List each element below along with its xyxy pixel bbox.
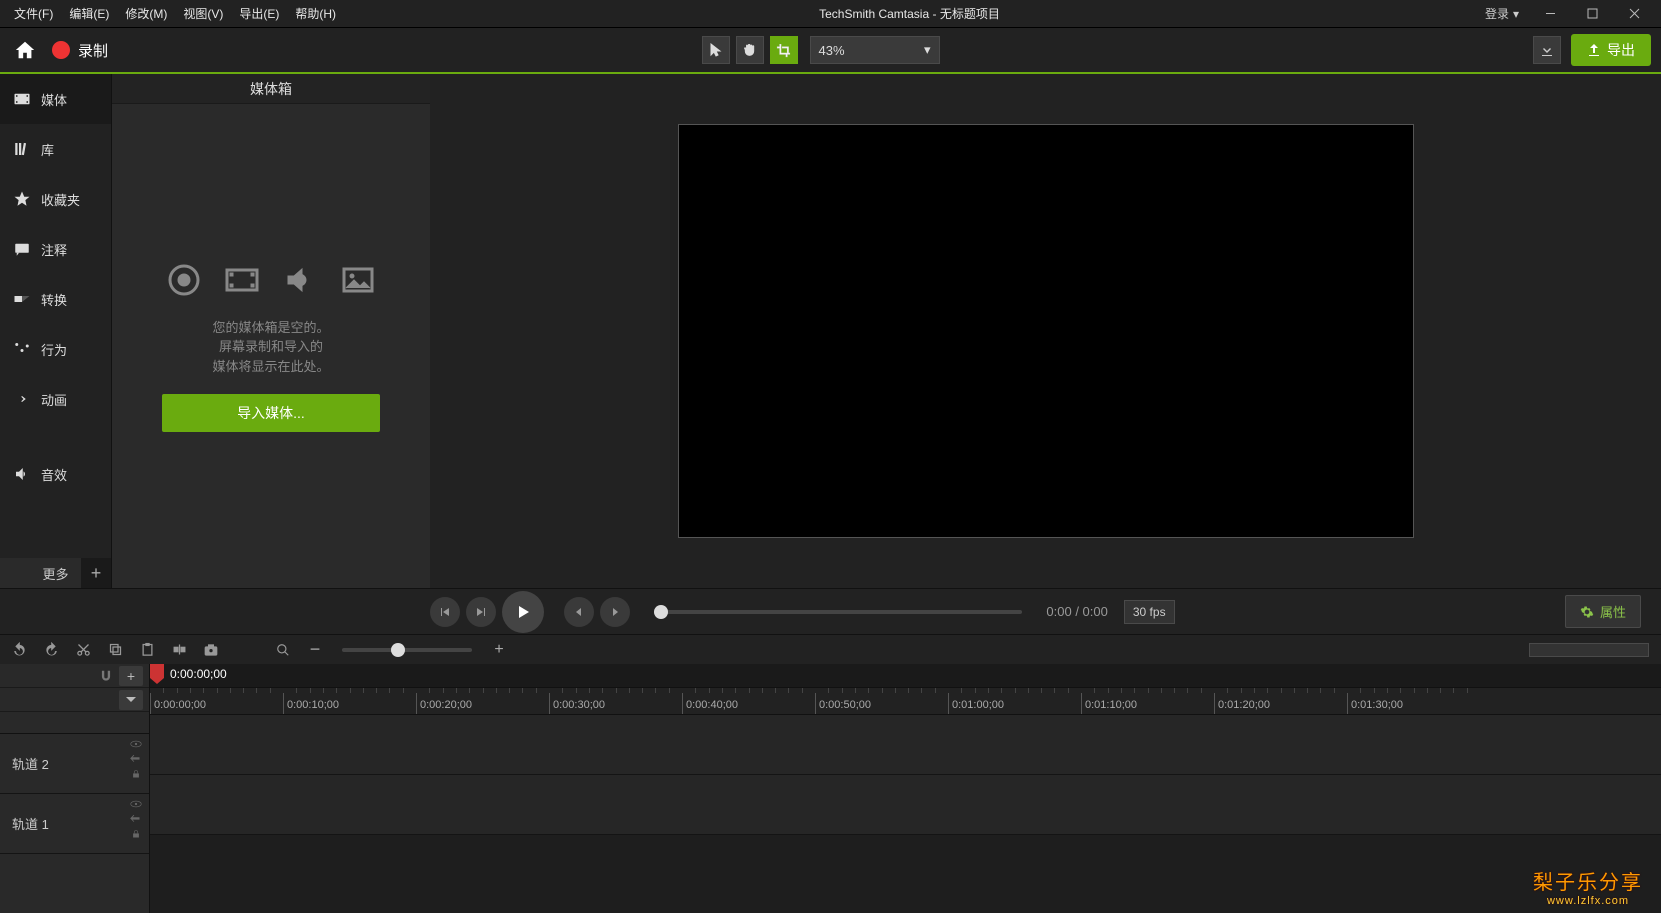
import-media-button[interactable]: 导入媒体... [162, 394, 380, 432]
pan-tool[interactable] [736, 36, 764, 64]
reverse-icon[interactable] [129, 753, 143, 765]
media-panel: 媒体箱 您的媒体箱是空的。 屏幕录制和导入的 媒体将显示在此处。 导入媒体... [111, 74, 430, 588]
timeline: + 轨道 2 轨道 1 0:00:00;00 [0, 664, 1661, 913]
audio-icon [280, 260, 320, 300]
image-icon [338, 260, 378, 300]
record-button[interactable]: 录制 [52, 40, 108, 61]
panel-title: 媒体箱 [112, 74, 430, 104]
next-clip-button[interactable] [466, 597, 496, 627]
fps-display[interactable]: 30 fps [1124, 600, 1175, 624]
menu-modify[interactable]: 修改(M) [117, 1, 175, 26]
magnet-icon[interactable] [99, 669, 113, 683]
paste-button[interactable] [136, 639, 158, 661]
zoom-in-button[interactable]: + [488, 639, 510, 661]
menubar: 文件(F) 编辑(E) 修改(M) 视图(V) 导出(E) 帮助(H) Tech… [0, 0, 1661, 28]
maximize-button[interactable] [1571, 0, 1613, 28]
menu-file[interactable]: 文件(F) [6, 1, 61, 26]
pointer-tool[interactable] [702, 36, 730, 64]
lock-icon[interactable] [129, 828, 143, 840]
visibility-icon[interactable] [129, 738, 143, 750]
timeline-tools: − + [0, 634, 1661, 664]
tab-behaviors[interactable]: 行为 [0, 324, 111, 374]
copy-button[interactable] [104, 639, 126, 661]
home-button[interactable] [10, 35, 40, 65]
visibility-icon[interactable] [129, 798, 143, 810]
menu-help[interactable]: 帮助(H) [287, 1, 344, 26]
menu-view[interactable]: 视图(V) [175, 1, 231, 26]
time-display: 0:00 / 0:00 [1046, 604, 1107, 619]
empty-text: 您的媒体箱是空的。 屏幕录制和导入的 媒体将显示在此处。 [212, 318, 329, 377]
prev-clip-button[interactable] [430, 597, 460, 627]
timeline-zoom-slider[interactable] [342, 648, 472, 652]
track-2-row[interactable] [150, 715, 1661, 775]
properties-button[interactable]: 属性 [1565, 595, 1641, 628]
track-1-header[interactable]: 轨道 1 [0, 794, 149, 854]
lock-icon[interactable] [129, 768, 143, 780]
track-header: + 轨道 2 轨道 1 [0, 664, 150, 913]
window-title: TechSmith Camtasia - 无标题项目 [344, 5, 1475, 22]
tab-favorites[interactable]: 收藏夹 [0, 174, 111, 224]
track-2-header[interactable]: 轨道 2 [0, 734, 149, 794]
play-button[interactable] [502, 591, 544, 633]
redo-button[interactable] [40, 639, 62, 661]
add-tab-button[interactable]: + [81, 558, 111, 588]
zoom-thumb[interactable] [391, 643, 405, 657]
tab-more[interactable]: 更多+ [0, 558, 111, 588]
canvas-area [430, 74, 1661, 588]
empty-icons [164, 260, 378, 300]
tab-transitions[interactable]: 转换 [0, 274, 111, 324]
playhead-marker[interactable] [150, 664, 164, 684]
timeline-ruler[interactable]: 0:00:00;000:00:10;000:00:20;000:00:30;00… [150, 693, 1661, 715]
zoom-select[interactable]: 43%▾ [810, 36, 940, 64]
video-icon [222, 260, 262, 300]
record-icon [52, 41, 70, 59]
tab-annotations[interactable]: 注释 [0, 224, 111, 274]
canvas[interactable] [678, 124, 1414, 538]
snapshot-button[interactable] [200, 639, 222, 661]
zoom-out-button[interactable]: − [304, 639, 326, 661]
collapse-tracks-button[interactable] [119, 690, 143, 710]
seek-thumb[interactable] [654, 605, 668, 619]
main-area: 媒体 库 收藏夹 注释 转换 行为 动画 音效 更多+ 媒体箱 您的媒体箱是空的… [0, 74, 1661, 588]
playhead[interactable]: 0:00:00;00 [150, 664, 227, 684]
seek-slider[interactable] [654, 610, 1022, 614]
record-icon [164, 260, 204, 300]
reverse-icon[interactable] [129, 813, 143, 825]
timeline-body[interactable]: 0:00:00;00 0:00:00;000:00:10;000:00:20;0… [150, 664, 1661, 913]
playbar: 0:00 / 0:00 30 fps 属性 [0, 588, 1661, 634]
undo-button[interactable] [8, 639, 30, 661]
menu-edit[interactable]: 编辑(E) [61, 1, 117, 26]
split-button[interactable] [168, 639, 190, 661]
cut-button[interactable] [72, 639, 94, 661]
add-track-button[interactable]: + [119, 666, 143, 686]
sidebar: 媒体 库 收藏夹 注释 转换 行为 动画 音效 更多+ [0, 74, 111, 588]
close-button[interactable] [1613, 0, 1655, 28]
toolbar: 录制 43%▾ 导出 [0, 28, 1661, 74]
download-button[interactable] [1533, 36, 1561, 64]
tab-audio[interactable]: 音效 [0, 449, 111, 499]
timeline-overview[interactable] [1529, 643, 1649, 657]
zoom-icon [272, 639, 294, 661]
prev-frame-button[interactable] [564, 597, 594, 627]
minimize-button[interactable] [1529, 0, 1571, 28]
tab-animation[interactable]: 动画 [0, 374, 111, 424]
export-button[interactable]: 导出 [1571, 34, 1651, 66]
login-dropdown[interactable]: 登录▾ [1475, 1, 1529, 26]
track-1-row[interactable] [150, 775, 1661, 835]
playhead-time: 0:00:00;00 [170, 667, 227, 681]
tab-media[interactable]: 媒体 [0, 74, 111, 124]
menu-export[interactable]: 导出(E) [231, 1, 287, 26]
crop-tool[interactable] [770, 36, 798, 64]
next-frame-button[interactable] [600, 597, 630, 627]
tab-library[interactable]: 库 [0, 124, 111, 174]
